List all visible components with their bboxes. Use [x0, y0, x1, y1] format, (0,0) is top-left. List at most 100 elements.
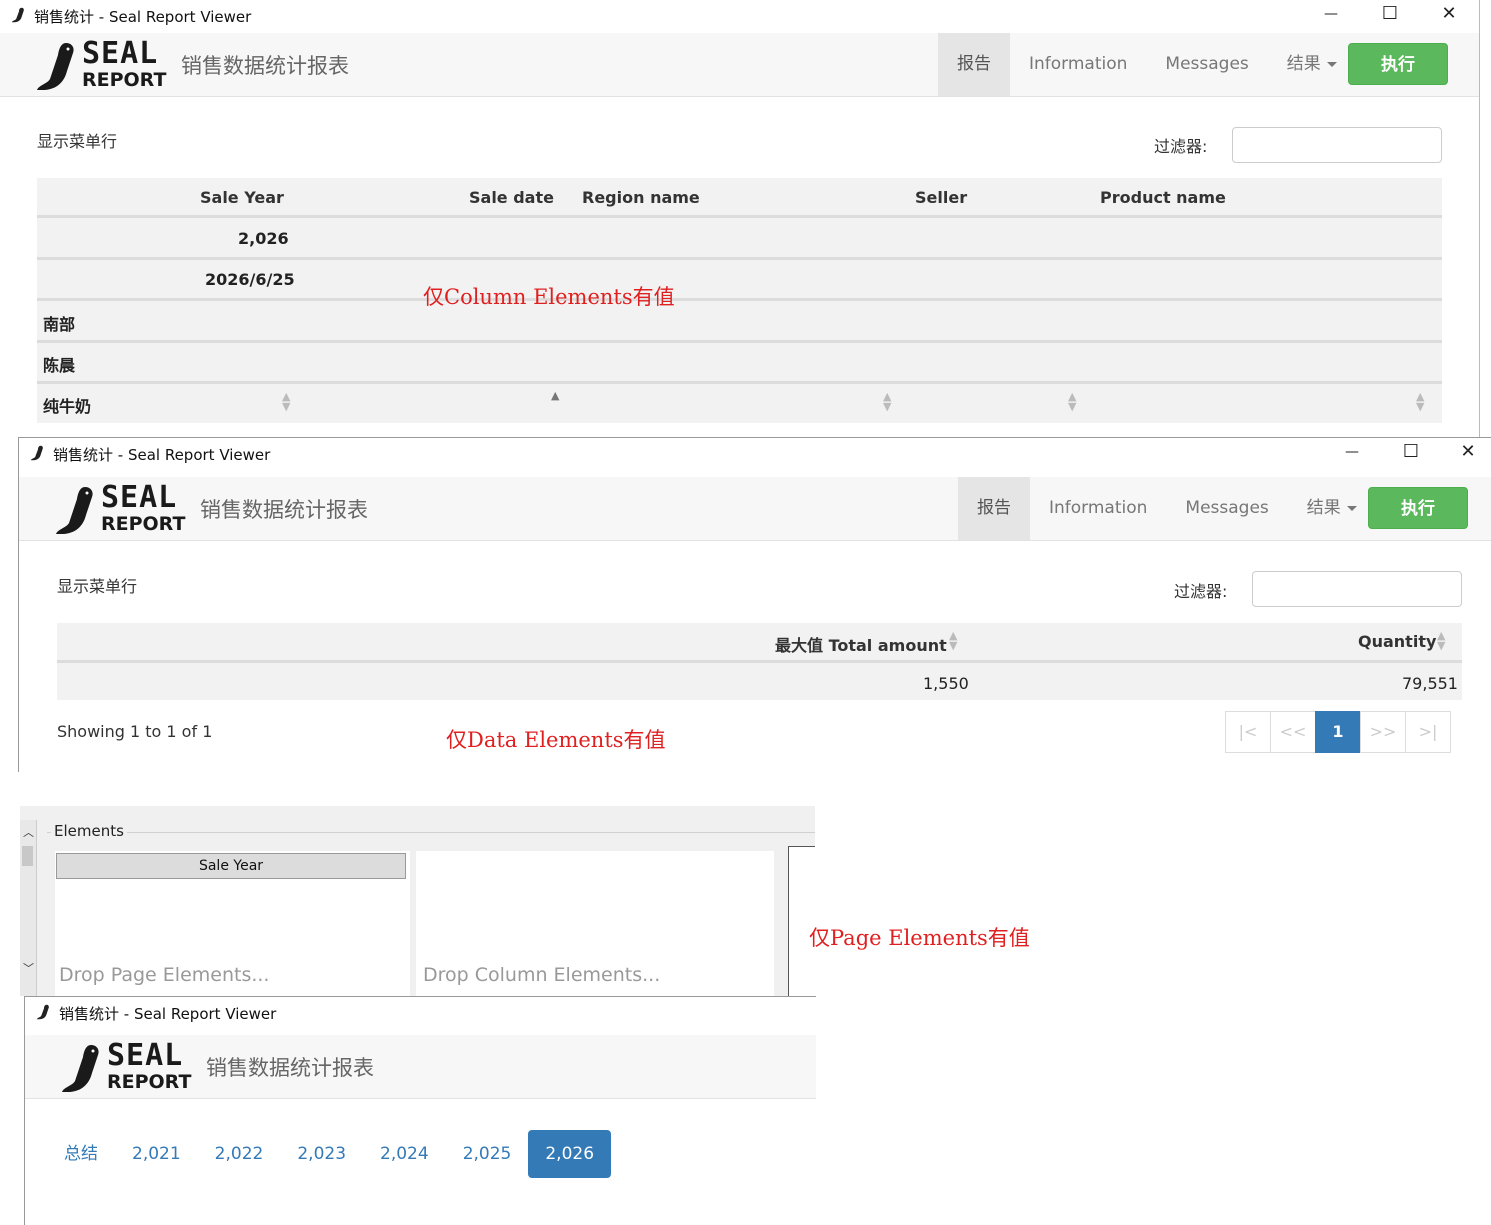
seal-report-logo: SEAL REPORT: [55, 483, 185, 537]
seal-report-logo: SEAL REPORT: [61, 1041, 191, 1095]
page-elements-panel[interactable]: Sale Year Drop Page Elements...: [55, 851, 410, 996]
page-first[interactable]: |<: [1225, 711, 1271, 753]
annotation-data-elements: 仅Data Elements有值: [446, 728, 666, 752]
nav-messages[interactable]: Messages: [1166, 477, 1287, 540]
page-1[interactable]: 1: [1315, 711, 1361, 753]
seal-logo-icon: [37, 43, 74, 90]
nav-results[interactable]: 结果: [1288, 477, 1376, 540]
tab-2026[interactable]: 2,026: [528, 1130, 612, 1178]
page-next[interactable]: >>: [1360, 711, 1406, 753]
nav-results-label: 结果: [1306, 498, 1341, 518]
tab-2023[interactable]: 2,023: [280, 1130, 363, 1178]
report-title: 销售数据统计报表: [206, 1056, 374, 1080]
header-quantity[interactable]: Quantity: [1358, 632, 1436, 651]
elements-designer: ︿ ﹀ Elements Sale Year Drop Page Element…: [20, 806, 815, 996]
title-bar: 销售统计 - Seal Report Viewer — ☐ ✕: [0, 0, 1479, 33]
column-elements-panel[interactable]: Drop Column Elements...: [416, 851, 774, 996]
drop-column-placeholder: Drop Column Elements...: [423, 964, 661, 986]
filter-input[interactable]: [1232, 127, 1442, 163]
tab-summary[interactable]: 总结: [47, 1130, 115, 1178]
tab-2024[interactable]: 2,024: [363, 1130, 446, 1178]
window-title: 销售统计 - Seal Report Viewer: [59, 1005, 277, 1023]
page-element-tabs: 总结 2,021 2,022 2,023 2,024 2,025 2,026: [47, 1130, 612, 1178]
cell-total-amount: 1,550: [923, 674, 969, 693]
sort-icon[interactable]: ▲ ▼: [282, 391, 290, 412]
drop-page-placeholder: Drop Page Elements...: [59, 964, 270, 986]
row-divider: [37, 381, 1442, 384]
row-divider: [37, 215, 1442, 218]
caret-down-icon: [1346, 505, 1357, 511]
nav-results-label: 结果: [1286, 54, 1321, 74]
navbar: SEAL REPORT 销售数据统计报表 报告 Information Mess…: [19, 477, 1491, 541]
viewer-window-3: 销售统计 - Seal Report Viewer SEAL REPORT 销售…: [24, 996, 816, 1225]
viewer-window-2: 销售统计 - Seal Report Viewer — ☐ ✕ SEAL REP…: [18, 437, 1491, 772]
header-sale-date[interactable]: Sale date: [469, 188, 554, 207]
sort-icon[interactable]: ▲ ▼: [883, 391, 891, 412]
page-element-sale-year[interactable]: Sale Year: [56, 853, 406, 879]
nav-report[interactable]: 报告: [938, 33, 1010, 96]
annotation-column-elements: 仅Column Elements有值: [423, 285, 675, 309]
maximize-button[interactable]: ☐: [1361, 0, 1419, 30]
row-divider: [37, 257, 1442, 260]
cell-seller: 陈晨: [43, 356, 76, 375]
seal-logo-icon: [56, 487, 93, 534]
show-menu-toggle[interactable]: 显示菜单行: [37, 128, 117, 152]
close-button[interactable]: ✕: [1439, 438, 1491, 468]
report-title: 销售数据统计报表: [181, 54, 349, 78]
maximize-button[interactable]: ☐: [1382, 438, 1440, 468]
logo-seal-text: SEAL: [107, 1038, 184, 1073]
execute-button[interactable]: 执行: [1348, 43, 1448, 85]
report-title: 销售数据统计报表: [200, 498, 368, 522]
scrollbar[interactable]: ︿ ﹀: [20, 820, 37, 996]
window-title: 销售统计 - Seal Report Viewer: [53, 446, 271, 464]
nav-report[interactable]: 报告: [958, 477, 1030, 540]
execute-button[interactable]: 执行: [1368, 487, 1468, 529]
filter-label: 过滤器:: [1174, 582, 1228, 601]
caret-down-icon: [1326, 61, 1337, 67]
pagination: |< << 1 >> >|: [1225, 711, 1451, 753]
nav-results[interactable]: 结果: [1268, 33, 1356, 96]
header-sale-year[interactable]: Sale Year: [200, 188, 284, 207]
seal-app-icon: [30, 445, 43, 461]
scrollbar-thumb[interactable]: [22, 846, 33, 866]
sort-icon[interactable]: ▲ ▼: [949, 630, 957, 651]
minimize-button[interactable]: —: [1323, 438, 1381, 468]
header-region-name[interactable]: Region name: [582, 188, 700, 207]
page-last[interactable]: >|: [1405, 711, 1451, 753]
group-border: [47, 832, 815, 833]
show-menu-toggle[interactable]: 显示菜单行: [57, 573, 137, 597]
nav-messages[interactable]: Messages: [1146, 33, 1267, 96]
annotation-page-elements: 仅Page Elements有值: [809, 926, 1030, 950]
cell-sale-year: 2,026: [238, 229, 289, 248]
sort-icon[interactable]: ▲ ▼: [1416, 391, 1424, 412]
title-bar: 销售统计 - Seal Report Viewer: [25, 997, 816, 1030]
header-total-amount[interactable]: 最大值 Total amount: [775, 632, 947, 656]
chevron-down-icon[interactable]: ﹀: [23, 960, 34, 976]
header-product-name[interactable]: Product name: [1100, 188, 1226, 207]
page-prev[interactable]: <<: [1270, 711, 1316, 753]
nav-information[interactable]: Information: [1030, 477, 1166, 540]
elements-group-label: Elements: [51, 822, 127, 840]
row-divider: [57, 660, 1462, 663]
chevron-up-icon[interactable]: ︿: [23, 824, 34, 840]
sort-icon[interactable]: ▲ ▼: [1068, 391, 1076, 412]
filter-input[interactable]: [1252, 571, 1462, 607]
cell-region-name: 南部: [43, 315, 76, 334]
seal-logo-icon: [62, 1045, 99, 1092]
sort-asc-icon[interactable]: ▲: [551, 390, 559, 401]
title-bar: 销售统计 - Seal Report Viewer — ☐ ✕: [19, 438, 1491, 471]
minimize-button[interactable]: —: [1302, 0, 1360, 30]
sort-icon[interactable]: ▲ ▼: [1437, 630, 1445, 651]
header-seller[interactable]: Seller: [915, 188, 967, 207]
tab-2022[interactable]: 2,022: [198, 1130, 281, 1178]
close-button[interactable]: ✕: [1420, 0, 1478, 30]
tab-2025[interactable]: 2,025: [446, 1130, 529, 1178]
data-elements-panel[interactable]: [788, 846, 815, 996]
logo-report-text: REPORT: [82, 69, 167, 91]
tab-2021[interactable]: 2,021: [115, 1130, 198, 1178]
nav-information[interactable]: Information: [1010, 33, 1146, 96]
window-title: 销售统计 - Seal Report Viewer: [34, 8, 252, 26]
nav-menu: 报告 Information Messages 结果: [958, 477, 1376, 540]
seal-app-icon: [36, 1004, 49, 1020]
filter-label: 过滤器:: [1154, 137, 1208, 156]
